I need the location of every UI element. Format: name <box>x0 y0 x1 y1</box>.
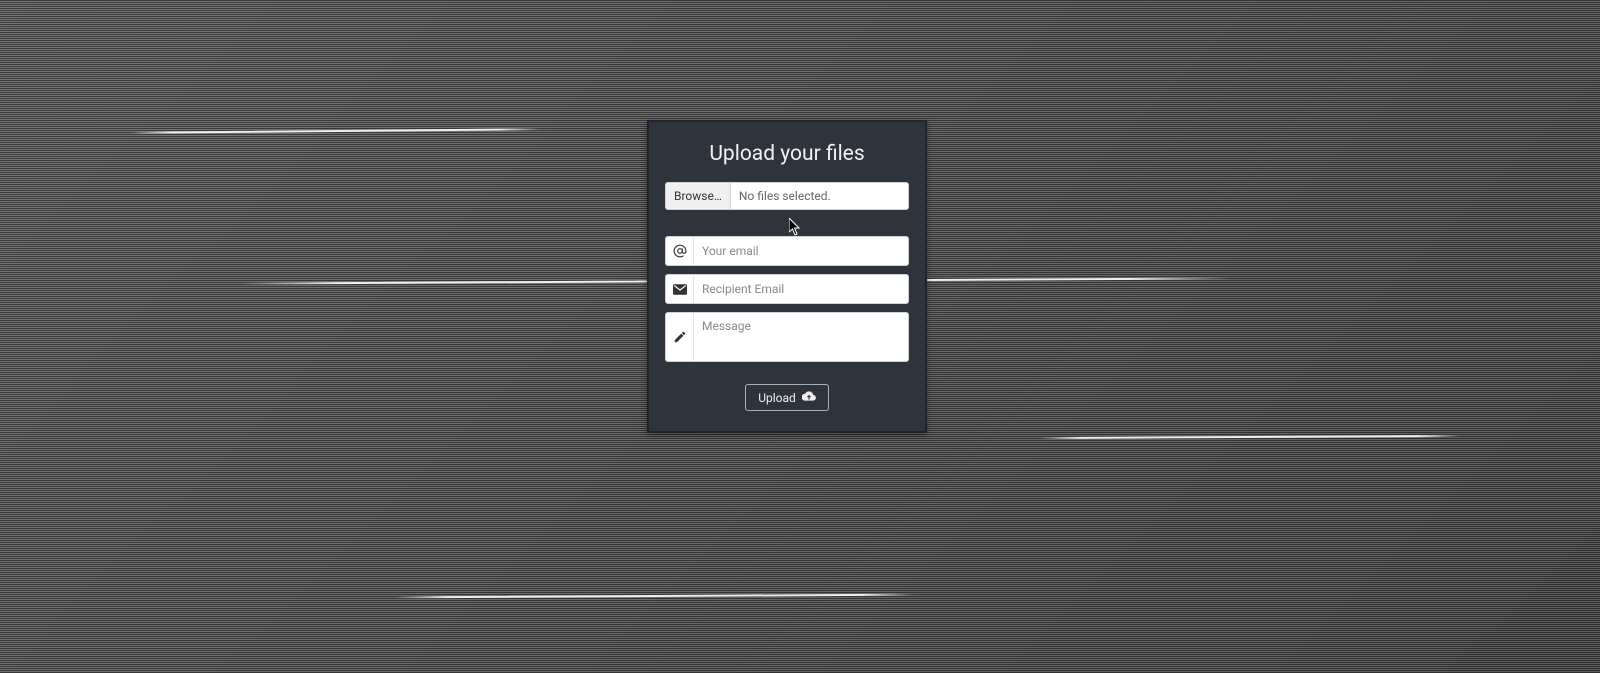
decorative-streak <box>1040 435 1460 439</box>
your-email-input[interactable] <box>694 237 908 265</box>
envelope-icon <box>666 275 694 303</box>
pencil-icon <box>666 313 694 361</box>
decorative-streak <box>395 594 915 599</box>
card-title: Upload your files <box>665 142 909 166</box>
upload-button[interactable]: Upload <box>745 384 829 411</box>
cloud-upload-icon <box>802 390 816 405</box>
upload-button-label: Upload <box>758 391 796 405</box>
file-picker[interactable]: Browse… No files selected. <box>665 182 909 210</box>
message-row <box>665 312 909 362</box>
upload-card: Upload your files Browse… No files selec… <box>647 120 927 433</box>
file-status-text: No files selected. <box>731 183 908 209</box>
recipient-email-input[interactable] <box>694 275 908 303</box>
at-icon <box>666 237 694 265</box>
browse-button[interactable]: Browse… <box>666 183 731 209</box>
your-email-row <box>665 236 909 266</box>
recipient-email-row <box>665 274 909 304</box>
message-input[interactable] <box>694 313 908 361</box>
decorative-streak <box>130 128 540 134</box>
